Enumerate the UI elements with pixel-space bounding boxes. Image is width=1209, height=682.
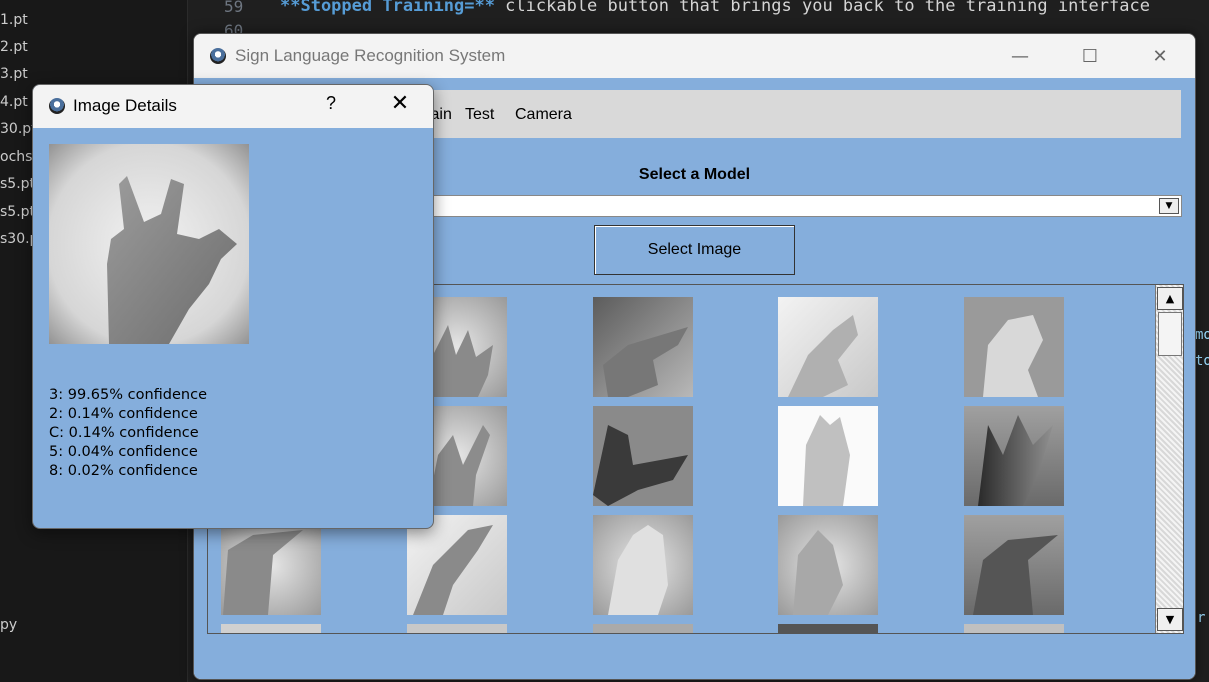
main-titlebar[interactable]: Sign Language Recognition System — ☐ ✕ bbox=[194, 34, 1195, 78]
gallery-thumbnail[interactable] bbox=[407, 624, 507, 633]
gallery-thumbnail[interactable] bbox=[593, 406, 693, 506]
gallery-thumbnail[interactable] bbox=[593, 297, 693, 397]
dialog-titlebar[interactable]: Image Details ? ✕ bbox=[33, 85, 433, 128]
editor-edge-text: mo bbox=[1195, 327, 1209, 343]
sidebar-file[interactable]: 1.pt bbox=[0, 12, 28, 28]
image-details-dialog: Image Details ? ✕ 3: 99.65% confidence 2… bbox=[32, 84, 434, 529]
line-number: 59 bbox=[224, 0, 244, 16]
dialog-title: Image Details bbox=[73, 96, 177, 115]
dialog-close-button[interactable]: ✕ bbox=[385, 91, 415, 121]
gallery-thumbnail[interactable] bbox=[778, 624, 878, 633]
sidebar-file[interactable]: s5.pt bbox=[0, 176, 35, 192]
select-image-button[interactable]: Select Image bbox=[594, 225, 795, 275]
gallery-thumbnail[interactable] bbox=[593, 624, 693, 633]
gallery-thumbnail[interactable] bbox=[593, 515, 693, 615]
gallery-thumbnail[interactable] bbox=[778, 515, 878, 615]
gallery-thumbnail[interactable] bbox=[964, 297, 1064, 397]
prediction-line: 5: 0.04% confidence bbox=[49, 444, 198, 460]
gallery-thumbnail[interactable] bbox=[964, 515, 1064, 615]
gallery-thumbnail[interactable] bbox=[221, 624, 321, 633]
editor-edge-text: r bbox=[1197, 610, 1206, 626]
menu-test[interactable]: Test bbox=[465, 106, 494, 124]
gallery-thumbnail[interactable] bbox=[964, 624, 1064, 633]
model-select[interactable]: ▼ bbox=[416, 195, 1182, 217]
gallery-thumbnail[interactable] bbox=[778, 406, 878, 506]
sidebar-file[interactable]: py bbox=[0, 617, 17, 633]
gallery-thumbnail[interactable] bbox=[407, 515, 507, 615]
code-line: **Stopped Training=** clickable button t… bbox=[280, 0, 1150, 16]
gallery-thumbnail[interactable] bbox=[778, 297, 878, 397]
prediction-line: 8: 0.02% confidence bbox=[49, 463, 198, 479]
prediction-line: 3: 99.65% confidence bbox=[49, 387, 207, 403]
editor-edge-text: to bbox=[1195, 353, 1209, 369]
sidebar-file[interactable]: 3.pt bbox=[0, 66, 28, 82]
maximize-button[interactable]: ☐ bbox=[1055, 34, 1125, 78]
dialog-app-icon bbox=[49, 98, 65, 114]
app-icon bbox=[210, 48, 226, 64]
prediction-results: 3: 99.65% confidence 2: 0.14% confidence… bbox=[49, 386, 207, 481]
gallery-thumbnail[interactable] bbox=[221, 515, 321, 615]
help-button[interactable]: ? bbox=[319, 93, 343, 117]
prediction-line: C: 0.14% confidence bbox=[49, 425, 199, 441]
menu-camera[interactable]: Camera bbox=[515, 106, 572, 124]
scrollbar-thumb[interactable] bbox=[1158, 312, 1182, 356]
scroll-up-button[interactable]: ▲ bbox=[1157, 287, 1183, 310]
sidebar-file[interactable]: 4.pt bbox=[0, 94, 28, 110]
code-keyword: **Stopped Training=** bbox=[280, 0, 495, 16]
window-title: Sign Language Recognition System bbox=[235, 46, 506, 65]
sidebar-file[interactable]: s5.pt bbox=[0, 204, 35, 220]
close-button[interactable]: ✕ bbox=[1125, 34, 1195, 78]
prediction-line: 2: 0.14% confidence bbox=[49, 406, 198, 422]
code-text: clickable button that brings you back to… bbox=[494, 0, 1150, 16]
sidebar-file[interactable]: ochs bbox=[0, 149, 32, 165]
chevron-down-icon[interactable]: ▼ bbox=[1159, 198, 1179, 214]
gallery-scrollbar[interactable]: ▲ ▼ bbox=[1155, 285, 1183, 633]
sidebar-file[interactable]: 2.pt bbox=[0, 39, 28, 55]
selected-hand-image bbox=[49, 144, 249, 344]
scroll-down-button[interactable]: ▼ bbox=[1157, 608, 1183, 631]
minimize-button[interactable]: — bbox=[985, 34, 1055, 78]
gallery-thumbnail[interactable] bbox=[964, 406, 1064, 506]
